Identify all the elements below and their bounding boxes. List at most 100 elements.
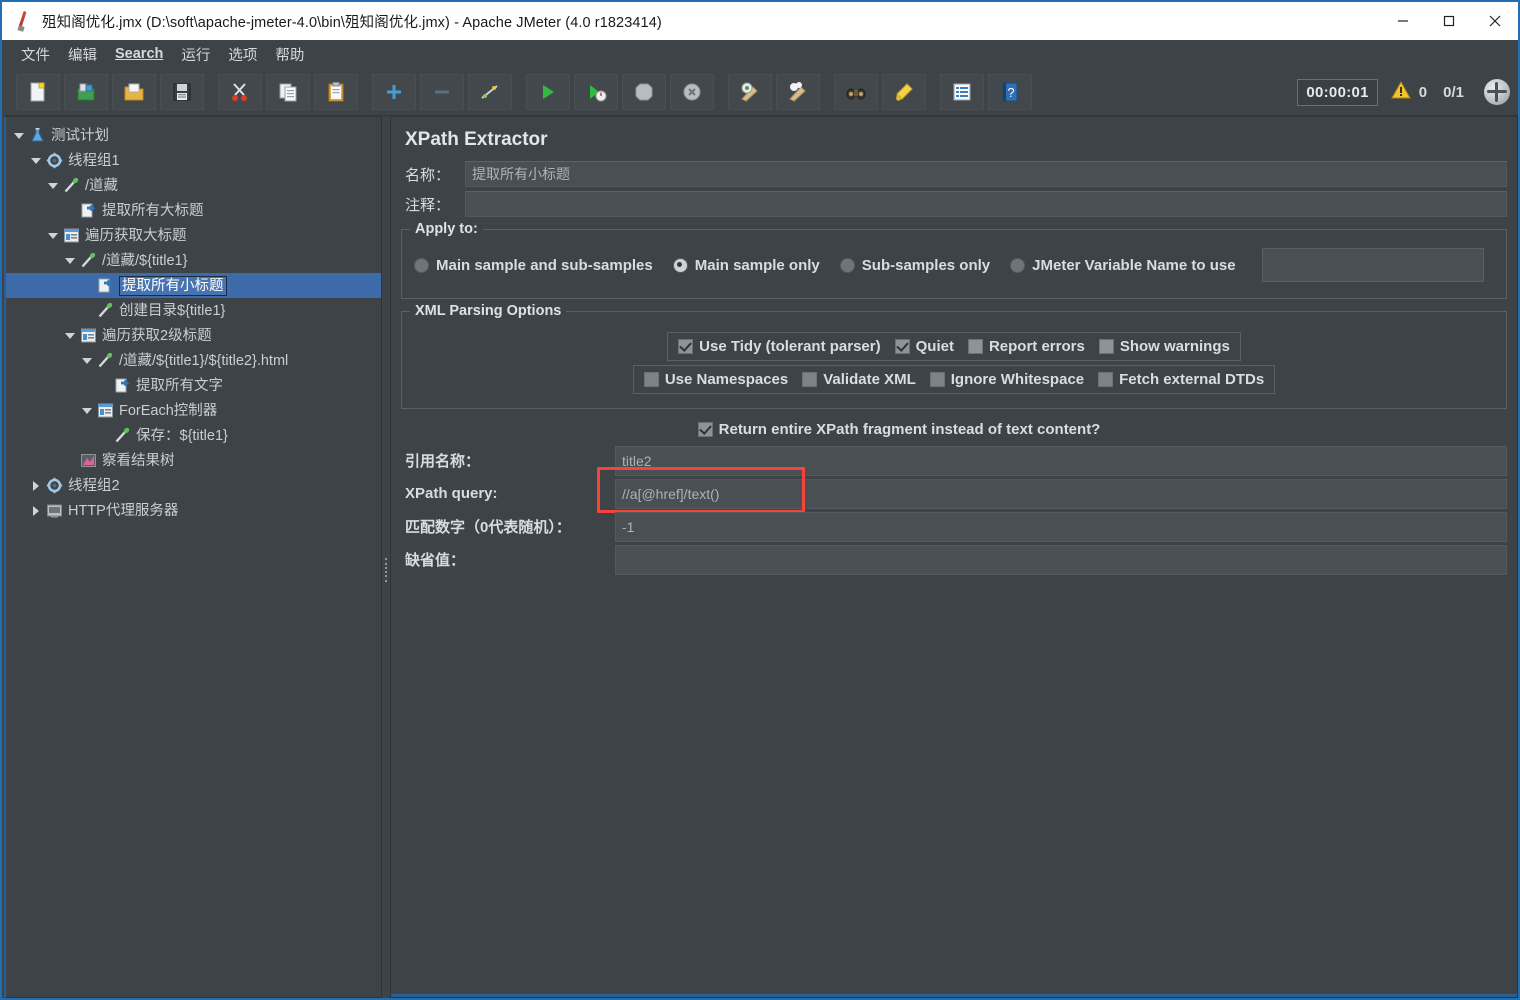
toggle-button[interactable] <box>468 73 512 110</box>
chevron-down-icon[interactable] <box>63 254 77 268</box>
maximize-button[interactable] <box>1426 2 1472 40</box>
tree-node[interactable]: ForEach控制器 <box>6 398 381 423</box>
expand-all-button[interactable] <box>372 73 416 110</box>
xml-option-label: Validate XML <box>823 371 916 388</box>
apply-to-radio[interactable]: Sub-samples only <box>839 257 990 274</box>
paste-clipboard-icon <box>325 81 347 103</box>
elapsed-timer: 00:00:01 <box>1297 78 1378 106</box>
chevron-down-icon[interactable] <box>29 154 43 168</box>
copy-button[interactable] <box>266 73 310 110</box>
new-button[interactable] <box>16 73 60 110</box>
reset-search-button[interactable] <box>882 73 926 110</box>
menu-file[interactable]: 文件 <box>12 42 59 67</box>
proxy-server-icon <box>44 502 64 520</box>
xml-option-checkbox[interactable]: Show warnings <box>1098 338 1230 355</box>
test-plan-tree[interactable]: 测试计划 线程组1/道藏 提取所有大标题 遍历获取大标题/道藏/${title1} 提取… <box>6 117 381 523</box>
main-split: 测试计划 线程组1/道藏 提取所有大标题 遍历获取大标题/道藏/${title1} 提取… <box>4 116 1518 998</box>
save-button[interactable] <box>160 73 204 110</box>
menu-edit[interactable]: 编辑 <box>59 42 106 67</box>
collapse-all-button[interactable] <box>420 73 464 110</box>
xml-option-checkbox[interactable]: Use Tidy (tolerant parser) <box>678 338 881 355</box>
tree-node[interactable]: 遍历获取大标题 <box>6 223 381 248</box>
chevron-right-icon[interactable] <box>29 504 43 518</box>
tree-node[interactable]: /道藏/${title1} <box>6 248 381 273</box>
tree-node[interactable]: 遍历获取2级标题 <box>6 323 381 348</box>
tree-node[interactable]: 测试计划 <box>6 123 381 148</box>
tree-node[interactable]: /道藏/${title1}/${title2}.html <box>6 348 381 373</box>
name-input[interactable]: 提取所有小标题 <box>465 161 1507 187</box>
clear-button[interactable] <box>728 73 772 110</box>
close-button[interactable] <box>1472 2 1518 40</box>
chevron-down-icon[interactable] <box>80 354 94 368</box>
templates-button[interactable] <box>64 73 108 110</box>
minimize-button[interactable] <box>1380 2 1426 40</box>
xml-option-checkbox[interactable]: Validate XML <box>802 371 916 388</box>
open-button[interactable] <box>112 73 156 110</box>
return-fragment-checkbox[interactable]: Return entire XPath fragment instead of … <box>697 421 1100 438</box>
checkbox-icon <box>697 422 713 437</box>
start-no-pauses-button[interactable] <box>574 73 618 110</box>
function-helper-button[interactable] <box>940 73 984 110</box>
start-no-timers-icon <box>585 81 607 103</box>
xpath-field-input[interactable]: title2 <box>615 445 1507 476</box>
comment-input[interactable] <box>465 191 1507 217</box>
remote-globe-icon[interactable] <box>1484 79 1510 105</box>
cut-button[interactable] <box>218 73 262 110</box>
window-title: 殂知阁优化.jmx (D:\soft\apache-jmeter-4.0\bin… <box>42 14 662 31</box>
tree-node[interactable]: 线程组1 <box>6 148 381 173</box>
chevron-down-icon[interactable] <box>63 329 77 343</box>
split-divider-grip[interactable] <box>383 556 389 584</box>
chevron-down-icon[interactable] <box>46 179 60 193</box>
help-button[interactable]: ? <box>988 73 1032 110</box>
apply-to-radio[interactable]: Main sample and sub-samples <box>414 257 653 274</box>
chevron-right-icon[interactable] <box>29 479 43 493</box>
xml-option-label: Show warnings <box>1119 338 1230 355</box>
xml-option-checkbox[interactable]: Quiet <box>894 338 954 355</box>
stop-button[interactable] <box>622 73 666 110</box>
tree-node-label: /道藏/${title1} <box>102 252 188 269</box>
apply-to-radio-label: Main sample only <box>694 256 820 274</box>
tree-node[interactable]: 提取所有大标题 <box>6 198 381 223</box>
menu-help[interactable]: 帮助 <box>266 42 313 67</box>
warning-indicator[interactable]: 0 <box>1390 80 1427 104</box>
xml-option-label: Quiet <box>915 338 954 355</box>
apply-to-radio[interactable]: JMeter Variable Name to use <box>1010 257 1236 274</box>
tree-node[interactable]: 线程组2 <box>6 473 381 498</box>
chevron-down-icon[interactable] <box>80 404 94 418</box>
tree-node[interactable]: 提取所有小标题 <box>6 273 381 298</box>
tree-node-label: 提取所有文字 <box>136 377 223 394</box>
xml-option-checkbox[interactable]: Fetch external DTDs <box>1098 371 1264 388</box>
xpath-field-input[interactable] <box>615 544 1507 575</box>
tree-node[interactable]: 创建目录${title1} <box>6 298 381 323</box>
reset-search-icon <box>893 81 915 103</box>
paste-button[interactable] <box>314 73 358 110</box>
search-button[interactable] <box>834 73 878 110</box>
chevron-down-icon[interactable] <box>12 129 26 143</box>
tree-node[interactable]: 保存：${title1} <box>6 423 381 448</box>
save-floppy-icon <box>171 81 193 103</box>
xpath-field-input[interactable]: -1 <box>615 511 1507 542</box>
tree-node[interactable]: HTTP代理服务器 <box>6 498 381 523</box>
start-button[interactable] <box>526 73 570 110</box>
xpath-field-input[interactable]: //a[@href]/text() <box>615 478 1507 509</box>
apply-to-radio[interactable]: Main sample only <box>672 256 820 274</box>
post-processor-icon <box>78 202 98 220</box>
name-label: 名称： <box>405 166 451 184</box>
tree-node[interactable]: 察看结果树 <box>6 448 381 473</box>
xml-option-checkbox[interactable]: Use Namespaces <box>643 371 788 388</box>
shutdown-button[interactable] <box>670 73 714 110</box>
menu-search[interactable]: Search <box>106 44 172 64</box>
clear-all-button[interactable] <box>776 73 820 110</box>
xml-option-label: Fetch external DTDs <box>1119 371 1265 388</box>
chevron-down-icon[interactable] <box>46 229 60 243</box>
menu-options[interactable]: 选项 <box>219 42 266 67</box>
tree-node[interactable]: 提取所有文字 <box>6 373 381 398</box>
menu-run[interactable]: 运行 <box>172 42 219 67</box>
xml-option-checkbox[interactable]: Report errors <box>967 338 1085 355</box>
jmeter-variable-name-input[interactable] <box>1261 248 1484 282</box>
xml-option-checkbox[interactable]: Ignore Whitespace <box>929 371 1084 388</box>
tree-node[interactable]: /道藏 <box>6 173 381 198</box>
split-divider[interactable] <box>382 116 390 998</box>
